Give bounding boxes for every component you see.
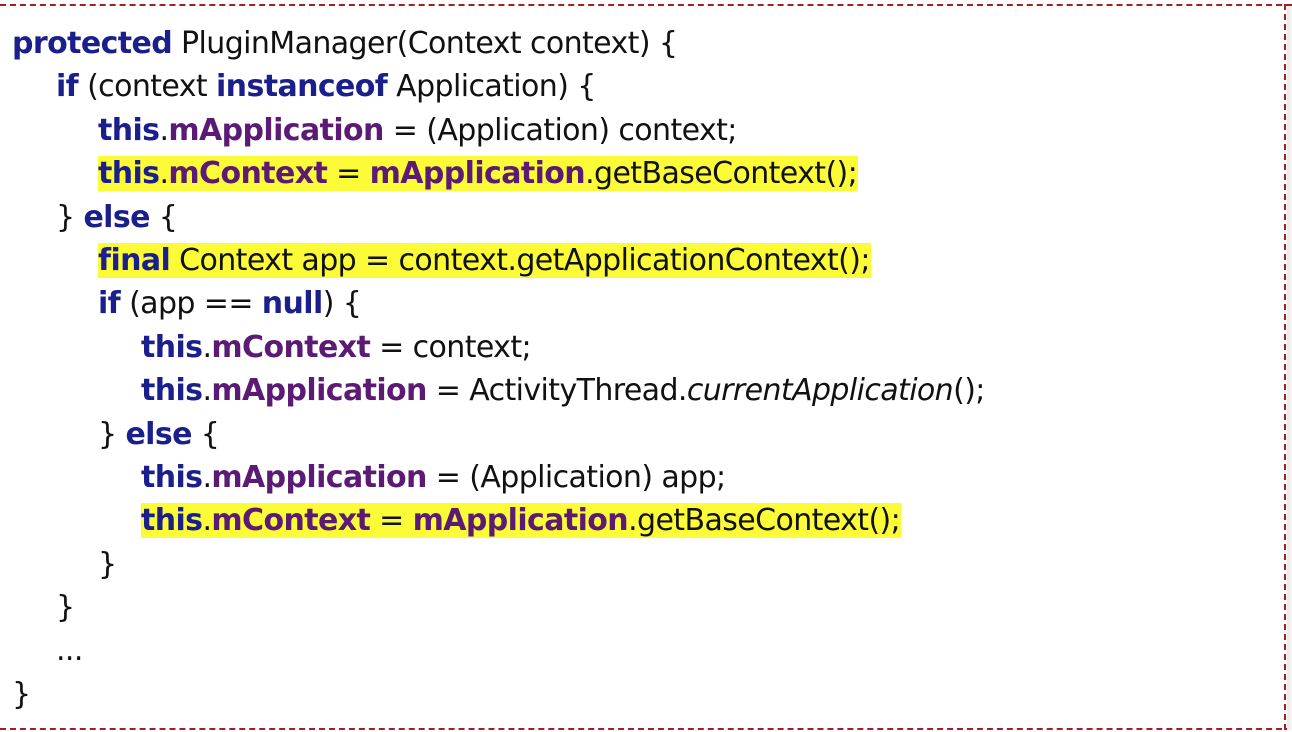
highlighted-statement: this.mContext = mApplication.getBaseCont… — [141, 503, 902, 539]
code-block: protected PluginManager(Context context)… — [12, 22, 985, 716]
code-line-7: if (app == null) { — [12, 282, 985, 325]
code-line-15: ... — [12, 629, 985, 672]
code-line-1: protected PluginManager(Context context)… — [12, 22, 985, 65]
code-text: = ActivityThread. — [426, 373, 688, 409]
highlighted-statement: this.mContext = mApplication.getBaseCont… — [98, 156, 859, 192]
keyword-instanceof: instanceof — [216, 69, 388, 105]
code-brace: } — [98, 416, 126, 452]
keyword-final: final — [98, 242, 171, 278]
code-line-2: if (context instanceof Application) { — [12, 65, 985, 108]
code-text: (); — [953, 373, 985, 409]
dashed-border-bottom — [0, 728, 1292, 730]
code-text: = (Application) app; — [426, 459, 726, 495]
keyword-this: this — [141, 329, 203, 365]
code-text: { — [149, 199, 178, 235]
code-line-9: this.mApplication = ActivityThread.curre… — [12, 369, 985, 412]
right-edge-shadow — [1287, 6, 1292, 730]
keyword-else: else — [83, 199, 150, 235]
keyword-this: this — [98, 112, 160, 148]
code-line-16: } — [12, 673, 985, 716]
code-text: = (Application) context; — [383, 112, 738, 148]
keyword-this: this — [141, 503, 203, 539]
field-mcontext: mContext — [168, 156, 328, 192]
field-mapplication: mApplication — [211, 373, 427, 409]
code-text: ) { — [322, 286, 362, 322]
code-ellipsis: ... — [56, 633, 83, 669]
code-line-6: final Context app = context.getApplicati… — [12, 239, 985, 282]
keyword-null: null — [261, 286, 323, 322]
keyword-this: this — [98, 156, 160, 192]
code-text: (app == — [120, 286, 262, 322]
code-text: Application) { — [387, 69, 596, 105]
code-text: = — [327, 156, 370, 192]
field-mapplication: mApplication — [168, 112, 384, 148]
method-current-application: currentApplication — [686, 373, 954, 409]
keyword-else: else — [125, 416, 192, 452]
field-mapplication: mApplication — [369, 156, 586, 192]
code-line-12: this.mContext = mApplication.getBaseCont… — [12, 499, 985, 542]
field-mcontext: mContext — [211, 329, 371, 365]
code-text: = context; — [370, 329, 532, 365]
code-line-4: this.mContext = mApplication.getBaseCont… — [12, 152, 985, 195]
keyword-this: this — [141, 373, 203, 409]
code-text: (context — [78, 69, 216, 105]
field-mapplication: mApplication — [412, 503, 629, 539]
code-line-14: } — [12, 586, 985, 629]
code-slide-frame: protected PluginManager(Context context)… — [0, 0, 1292, 732]
code-text: { — [191, 416, 220, 452]
field-mapplication: mApplication — [211, 459, 427, 495]
constructor-signature: PluginManager(Context context) { — [172, 26, 678, 61]
dashed-border-right — [1284, 4, 1286, 730]
code-text: .getBaseContext(); — [585, 156, 858, 192]
highlighted-statement: final Context app = context.getApplicati… — [98, 242, 871, 278]
code-line-3: this.mApplication = (Application) contex… — [12, 109, 985, 152]
field-mcontext: mContext — [211, 503, 371, 539]
code-text: Context app = context.getApplicationCont… — [170, 242, 870, 278]
code-brace: } — [56, 199, 84, 235]
keyword-if: if — [98, 286, 121, 322]
code-line-11: this.mApplication = (Application) app; — [12, 456, 985, 499]
keyword-this: this — [141, 459, 203, 495]
code-line-13: } — [12, 543, 985, 586]
code-line-5: } else { — [12, 196, 985, 239]
code-brace: } — [12, 676, 31, 712]
keyword-protected: protected — [12, 26, 173, 61]
code-line-10: } else { — [12, 413, 985, 456]
code-line-8: this.mContext = context; — [12, 326, 985, 369]
code-text: = — [370, 503, 413, 539]
code-text: .getBaseContext(); — [628, 503, 901, 539]
dashed-border-top — [0, 4, 1292, 6]
keyword-if: if — [56, 69, 79, 105]
code-brace: } — [98, 546, 117, 582]
code-brace: } — [56, 590, 75, 626]
